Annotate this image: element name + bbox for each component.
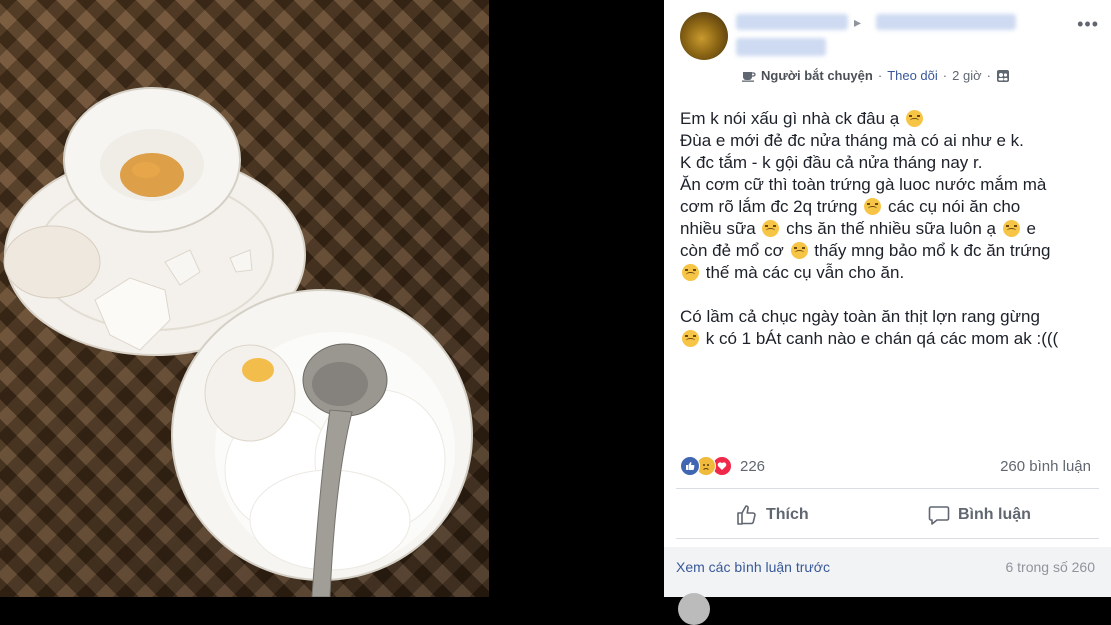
comments-count-of: 6 trong số 260 xyxy=(1005,559,1095,575)
commenter-avatar[interactable] xyxy=(678,593,710,625)
reactions-summary[interactable]: 226 xyxy=(680,456,765,476)
comment-label: Bình luận xyxy=(958,506,1031,523)
post-line: nhiều sữa chs ăn thế nhiều sữa luôn ạ e xyxy=(680,218,1100,240)
post-text-segment: Đùa e mới đẻ đc nửa tháng mà có ai như e… xyxy=(680,131,1024,150)
comment-bubble-icon xyxy=(928,506,950,525)
author-avatar[interactable] xyxy=(680,12,728,60)
group-badge-label[interactable]: Người bắt chuyện xyxy=(761,68,873,83)
blurred-group-name-2 xyxy=(736,38,826,56)
disappointed-emoji-icon xyxy=(864,198,882,215)
chevron-right-icon: ▸ xyxy=(854,14,862,30)
like-label: Thích xyxy=(766,506,809,523)
separator: · xyxy=(877,68,883,83)
post-text-segment: Ăn cơm cữ thì toàn trứng gà luoc nước mắ… xyxy=(680,175,1047,194)
post-photo[interactable] xyxy=(0,0,489,597)
divider xyxy=(676,488,1099,489)
disappointed-emoji-icon xyxy=(1002,220,1020,237)
comment-button[interactable]: Bình luận xyxy=(928,500,1031,530)
follow-link[interactable]: Theo dõi xyxy=(887,68,938,83)
post-line: Ăn cơm cữ thì toàn trứng gà luoc nước mắ… xyxy=(680,174,1100,196)
post-line: K đc tắm - k gội đầu cả nửa tháng nay r. xyxy=(680,152,1100,174)
separator: · xyxy=(986,68,991,83)
post-text-segment: chs ăn thế nhiều sữa luôn ạ xyxy=(786,219,996,238)
post-line: thế mà các cụ vẫn cho ăn. xyxy=(680,262,1100,284)
post-text-segment: cơm rõ lắm đc 2q trứng xyxy=(680,197,858,216)
post-text-segment: Em k nói xấu gì nhà ck đâu ạ xyxy=(680,109,900,128)
disappointed-emoji-icon xyxy=(762,220,780,237)
reaction-count[interactable]: 226 xyxy=(740,458,765,475)
post-text-segment: k có 1 bÁt canh nào e chán qá các mom ak… xyxy=(705,329,1059,348)
post-text-segment: thế mà các cụ vẫn cho ăn. xyxy=(705,263,905,282)
post-line: Có lầm cả chục ngày toàn ăn thịt lợn ran… xyxy=(680,306,1100,328)
post-meta: Người bắt chuyện · Theo dõi · 2 giờ · xyxy=(742,68,1010,83)
thumbs-up-icon xyxy=(737,505,756,525)
post-text-segment: Có lầm cả chục ngày toàn ăn thịt lợn ran… xyxy=(680,307,1040,326)
post-line: k có 1 bÁt canh nào e chán qá các mom ak… xyxy=(680,328,1100,350)
like-button[interactable]: Thích xyxy=(736,500,809,530)
more-options-icon[interactable]: ••• xyxy=(1077,14,1099,35)
post-text-segment: còn đẻ mổ cơ xyxy=(680,241,784,260)
post-text-segment: nhiều sữa xyxy=(680,219,756,238)
blurred-group-name xyxy=(876,14,1016,30)
post-line: Em k nói xấu gì nhà ck đâu ạ xyxy=(680,108,1100,130)
audience-group-icon[interactable] xyxy=(996,69,1010,83)
post-text: Em k nói xấu gì nhà ck đâu ạ Đùa e mới đ… xyxy=(680,108,1100,350)
disappointed-emoji-icon xyxy=(682,330,699,347)
comments-section: Xem các bình luận trước 6 trong số 260 xyxy=(664,547,1111,625)
coffee-icon xyxy=(742,71,756,82)
disappointed-emoji-icon xyxy=(790,242,808,259)
post-line: còn đẻ mổ cơ thấy mng bảo mổ k đc ăn trứ… xyxy=(680,240,1100,262)
disappointed-emoji-icon xyxy=(682,264,699,281)
photo-viewer xyxy=(0,0,664,597)
post-text-segment: thấy mng bảo mổ k đc ăn trứng xyxy=(814,241,1051,260)
post-time[interactable]: 2 giờ xyxy=(952,68,982,83)
disappointed-emoji-icon xyxy=(905,110,923,127)
post-line: Đùa e mới đẻ đc nửa tháng mà có ai như e… xyxy=(680,130,1100,152)
post-panel: ▸ ••• Người bắt chuyện · Theo dõi · 2 gi… xyxy=(664,0,1111,625)
view-previous-comments-link[interactable]: Xem các bình luận trước xyxy=(676,559,830,575)
meal-illustration xyxy=(3,87,473,597)
post-text-segment: các cụ nói ăn cho xyxy=(887,197,1021,216)
blurred-author-name xyxy=(736,14,848,30)
separator: · xyxy=(942,68,948,83)
post-text-segment: e xyxy=(1026,219,1036,238)
post-text-segment: K đc tắm - k gội đầu cả nửa tháng nay r. xyxy=(680,153,983,172)
divider xyxy=(676,538,1099,539)
like-reaction-icon xyxy=(680,456,700,476)
comment-count-link[interactable]: 260 bình luận xyxy=(1000,458,1091,475)
post-line: cơm rõ lắm đc 2q trứng các cụ nói ăn cho xyxy=(680,196,1100,218)
